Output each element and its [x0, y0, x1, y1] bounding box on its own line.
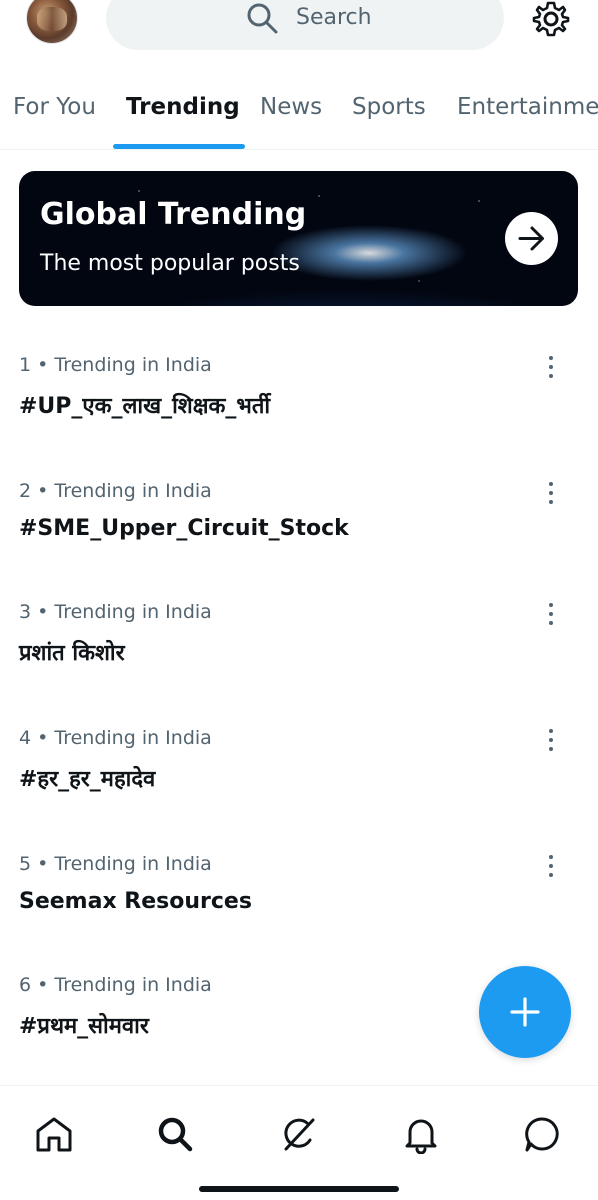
more-options-icon[interactable]: [540, 727, 562, 753]
trend-location: Trending in India: [54, 480, 212, 502]
banner-background: [19, 171, 578, 306]
trend-item[interactable]: 2 • Trending in India #SME_Upper_Circuit…: [0, 480, 598, 606]
search-icon: [247, 3, 278, 34]
trend-rank: 1: [19, 354, 32, 376]
trend-bullet: •: [37, 974, 49, 996]
trend-meta: 1 • Trending in India: [19, 354, 212, 376]
global-trending-banner[interactable]: Global Trending The most popular posts: [19, 171, 578, 306]
search-placeholder: Search: [296, 5, 372, 30]
trend-name: #SME_Upper_Circuit_Stock: [19, 516, 349, 541]
trend-meta: 3 • Trending in India: [19, 601, 212, 623]
gear-icon[interactable]: [532, 0, 570, 38]
trend-meta: 6 • Trending in India: [19, 974, 212, 996]
tab-sports[interactable]: Sports: [352, 94, 426, 120]
trend-meta: 5 • Trending in India: [19, 853, 212, 875]
arrow-right-icon: [518, 226, 544, 251]
bell-icon[interactable]: [401, 1114, 441, 1154]
banner-title: Global Trending: [40, 197, 307, 232]
trend-item[interactable]: 1 • Trending in India #UP_एक_लाख_शिक्षक_…: [0, 354, 598, 480]
trend-name: प्रशांत किशोर: [19, 641, 125, 666]
trend-rank: 6: [19, 974, 32, 996]
trend-location: Trending in India: [54, 354, 212, 376]
trend-name: #UP_एक_लाख_शिक्षक_भर्ती: [19, 394, 271, 419]
compose-button[interactable]: [479, 966, 571, 1058]
tab-trending[interactable]: Trending: [126, 94, 240, 120]
trend-item[interactable]: 3 • Trending in India प्रशांत किशोर: [0, 601, 598, 727]
trend-bullet: •: [37, 354, 49, 376]
plus-icon: [510, 997, 540, 1027]
trend-location: Trending in India: [54, 853, 212, 875]
trend-meta: 4 • Trending in India: [19, 727, 212, 749]
trend-item[interactable]: 4 • Trending in India #हर_हर_महादेव: [0, 727, 598, 853]
tab-bar: For You Trending News Sports Entertainme: [0, 84, 598, 150]
trend-location: Trending in India: [54, 601, 212, 623]
avatar[interactable]: [26, 0, 78, 44]
more-options-icon[interactable]: [540, 354, 562, 380]
top-bar: Search: [0, 0, 598, 60]
trend-bullet: •: [37, 480, 49, 502]
trend-bullet: •: [37, 727, 49, 749]
trend-bullet: •: [37, 853, 49, 875]
trend-name: #हर_हर_महादेव: [19, 767, 156, 792]
trend-rank: 3: [19, 601, 32, 623]
tab-entertainment[interactable]: Entertainme: [457, 94, 598, 120]
banner-subtitle: The most popular posts: [40, 251, 300, 276]
more-options-icon[interactable]: [540, 853, 562, 879]
more-options-icon[interactable]: [540, 480, 562, 506]
trend-location: Trending in India: [54, 727, 212, 749]
bottom-navigation: [0, 1085, 598, 1200]
messages-icon[interactable]: [522, 1114, 562, 1154]
trend-location: Trending in India: [54, 974, 212, 996]
home-indicator: [199, 1186, 399, 1192]
trend-name: Seemax Resources: [19, 889, 252, 914]
grok-icon[interactable]: [279, 1114, 319, 1154]
banner-arrow-button[interactable]: [505, 212, 558, 265]
trend-rank: 5: [19, 853, 32, 875]
trend-name: #प्रथम_सोमवार: [19, 1014, 149, 1039]
trend-rank: 4: [19, 727, 32, 749]
trend-bullet: •: [37, 601, 49, 623]
trend-item[interactable]: 5 • Trending in India Seemax Resources: [0, 853, 598, 979]
home-icon[interactable]: [34, 1114, 74, 1154]
trend-rank: 2: [19, 480, 32, 502]
tab-for-you[interactable]: For You: [13, 94, 96, 120]
search-icon[interactable]: [155, 1114, 195, 1154]
tab-news[interactable]: News: [260, 94, 322, 120]
trend-meta: 2 • Trending in India: [19, 480, 212, 502]
more-options-icon[interactable]: [540, 601, 562, 627]
tab-active-indicator: [113, 144, 245, 149]
